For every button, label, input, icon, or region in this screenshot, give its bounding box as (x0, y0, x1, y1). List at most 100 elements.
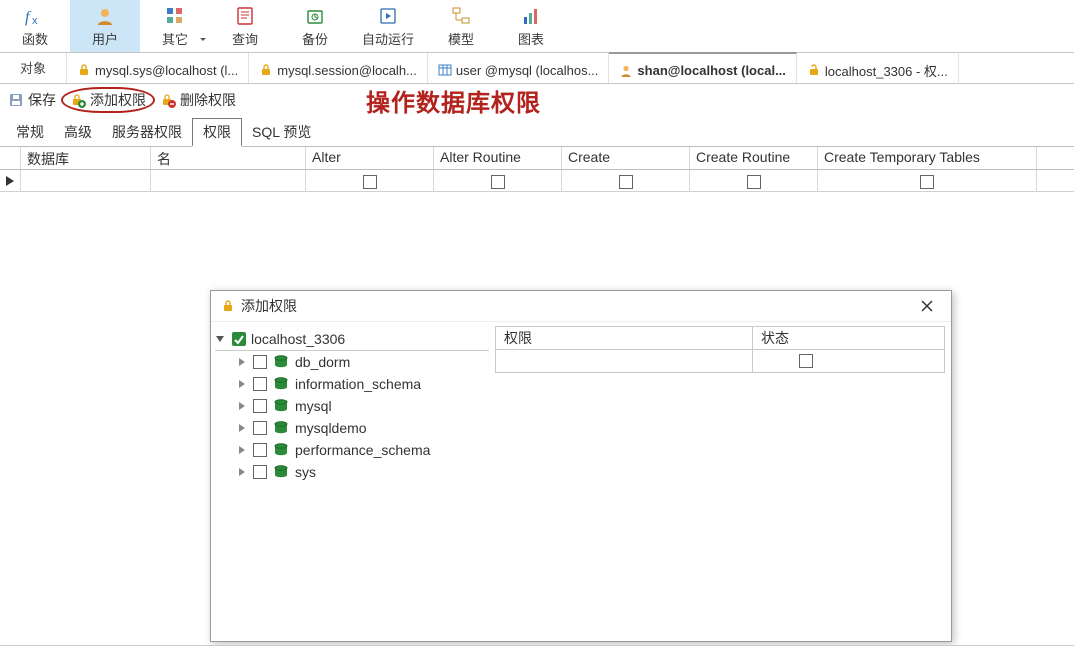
database-tree[interactable]: localhost_3306 db_dorminformation_schema… (211, 322, 489, 642)
cell-state[interactable] (753, 350, 859, 372)
tree-db-item[interactable]: mysql (215, 395, 485, 417)
ribbon-autorun[interactable]: 自动运行 (350, 0, 426, 52)
lock-open-icon (807, 63, 821, 77)
connection-icon (231, 331, 247, 347)
checkbox-icon[interactable] (253, 421, 267, 435)
checkbox-icon[interactable] (747, 175, 761, 189)
chevron-right-icon[interactable] (237, 423, 249, 433)
doc-tab-1[interactable]: mysql.session@localh... (249, 53, 428, 83)
tree-db-label: mysqldemo (295, 420, 367, 436)
add-priv-label: 添加权限 (90, 90, 146, 110)
svg-text:f: f (25, 9, 32, 26)
close-icon (921, 300, 933, 312)
cell-create-temp[interactable] (818, 170, 1037, 192)
lock-icon (259, 63, 273, 77)
subtab-bar: 常规 高级 服务器权限 权限 SQL 预览 (0, 118, 1074, 147)
ribbon-label: 函数 (22, 29, 48, 48)
cell-create-routine[interactable] (690, 170, 818, 192)
tree-db-item[interactable]: mysqldemo (215, 417, 485, 439)
checkbox-icon[interactable] (253, 355, 267, 369)
doc-tab-2[interactable]: user @mysql (localhos... (428, 53, 610, 83)
user-icon (619, 64, 633, 78)
save-icon (8, 92, 24, 108)
dialog-close-button[interactable] (921, 300, 941, 312)
chevron-right-icon[interactable] (237, 467, 249, 477)
privilege-grid: 数据库 名 Alter Alter Routine Create Create … (0, 147, 1074, 192)
ribbon-toolbar: fx 函数 用户 其它 查询 备份 自动运行 模型 图表 (0, 0, 1074, 53)
cell-alter-routine[interactable] (434, 170, 562, 192)
col-priv-name[interactable]: 权限 (496, 327, 753, 349)
col-database[interactable]: 数据库 (21, 147, 151, 169)
subtab-server-priv[interactable]: 服务器权限 (102, 119, 192, 145)
chevron-right-icon[interactable] (237, 445, 249, 455)
chevron-right-icon[interactable] (237, 379, 249, 389)
chevron-down-icon[interactable] (215, 334, 227, 344)
checkbox-icon[interactable] (253, 399, 267, 413)
ribbon-chart[interactable]: 图表 (496, 0, 566, 52)
tree-connection[interactable]: localhost_3306 (215, 328, 489, 351)
auto-icon (377, 5, 399, 27)
tree-db-item[interactable]: performance_schema (215, 439, 485, 461)
chevron-right-icon[interactable] (237, 357, 249, 367)
lock-icon (221, 299, 235, 313)
doc-tab-3[interactable]: shan@localhost (local... (609, 52, 796, 83)
cell-database[interactable] (21, 170, 151, 192)
col-create-routine[interactable]: Create Routine (690, 147, 818, 169)
checkbox-icon[interactable] (253, 377, 267, 391)
tree-db-item[interactable]: db_dorm (215, 351, 485, 373)
col-state[interactable]: 状态 (753, 327, 859, 349)
chevron-right-icon[interactable] (237, 401, 249, 411)
ribbon-user[interactable]: 用户 (70, 0, 140, 52)
ribbon-label: 图表 (518, 29, 544, 48)
tree-db-item[interactable]: information_schema (215, 373, 485, 395)
triangle-right-icon (6, 176, 14, 186)
tab-objects[interactable]: 对象 (0, 53, 67, 83)
dialog-title-text: 添加权限 (241, 296, 297, 316)
subtab-general[interactable]: 常规 (6, 119, 54, 145)
database-icon (273, 399, 289, 413)
chart-icon (520, 5, 542, 27)
ribbon-function[interactable]: fx 函数 (0, 0, 70, 52)
checkbox-icon[interactable] (253, 443, 267, 457)
dialog-titlebar[interactable]: 添加权限 (211, 291, 951, 321)
subtab-sql-preview[interactable]: SQL 预览 (242, 119, 321, 145)
cell-name[interactable] (151, 170, 306, 192)
col-create-temp[interactable]: Create Temporary Tables (818, 147, 1037, 169)
svg-text:x: x (32, 15, 38, 26)
add-privilege-dialog: 添加权限 localhost_3306 db_dorminformation_s… (210, 290, 952, 642)
doc-tab-0[interactable]: mysql.sys@localhost (l... (67, 53, 249, 83)
add-privilege-button[interactable]: 添加权限 (66, 90, 150, 110)
col-alter[interactable]: Alter (306, 147, 434, 169)
ribbon-backup[interactable]: 备份 (280, 0, 350, 52)
ribbon-model[interactable]: 模型 (426, 0, 496, 52)
checkbox-icon[interactable] (799, 354, 813, 368)
col-alter-routine[interactable]: Alter Routine (434, 147, 562, 169)
tree-db-item[interactable]: sys (215, 461, 485, 483)
checkbox-icon[interactable] (363, 175, 377, 189)
grid-row[interactable] (0, 170, 1074, 192)
cell-alter[interactable] (306, 170, 434, 192)
col-create[interactable]: Create (562, 147, 690, 169)
cell-create[interactable] (562, 170, 690, 192)
subtab-priv[interactable]: 权限 (192, 118, 242, 147)
subtab-advanced[interactable]: 高级 (54, 119, 102, 145)
privilege-row[interactable] (495, 350, 945, 373)
save-button[interactable]: 保存 (8, 90, 56, 110)
checkbox-icon[interactable] (920, 175, 934, 189)
delete-privilege-button[interactable]: 删除权限 (160, 90, 236, 110)
checkbox-icon[interactable] (253, 465, 267, 479)
checkbox-icon[interactable] (491, 175, 505, 189)
database-icon (273, 443, 289, 457)
lock-del-icon (160, 92, 176, 108)
checkbox-icon[interactable] (619, 175, 633, 189)
col-name[interactable]: 名 (151, 147, 306, 169)
ribbon-query[interactable]: 查询 (210, 0, 280, 52)
ribbon-label: 模型 (448, 29, 474, 48)
ribbon-other[interactable]: 其它 (140, 0, 210, 52)
cell-priv-name[interactable] (496, 350, 753, 372)
tree-db-label: mysql (295, 398, 332, 414)
grid-icon (164, 5, 186, 27)
query-icon (234, 5, 256, 27)
doc-tab-4[interactable]: localhost_3306 - 权... (797, 53, 959, 83)
document-tabstrip: 对象 mysql.sys@localhost (l... mysql.sessi… (0, 53, 1074, 84)
